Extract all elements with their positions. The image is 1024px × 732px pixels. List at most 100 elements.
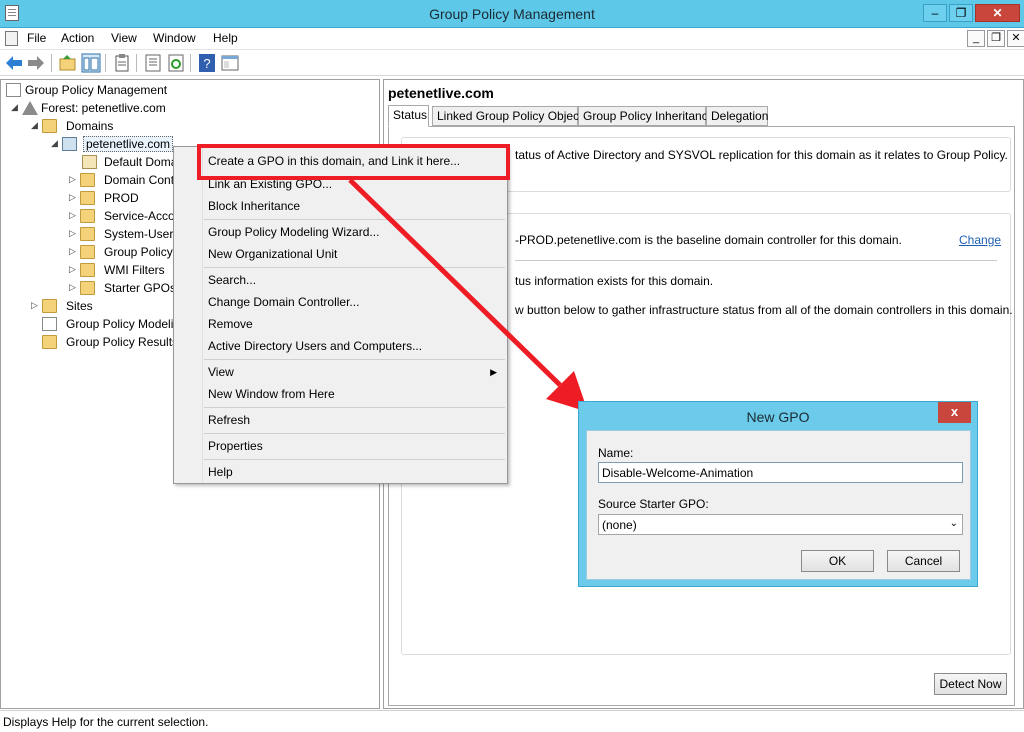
title-bar: Group Policy Management – ❐ ✕ xyxy=(0,0,1024,28)
menu-separator xyxy=(204,219,505,220)
modeling-icon xyxy=(42,317,57,331)
collapsed-arrow-icon[interactable]: ▷ xyxy=(69,192,78,203)
menu-refresh[interactable]: Refresh xyxy=(208,413,250,427)
ou-folder-icon xyxy=(80,191,95,205)
starter-gpo-value: (none) xyxy=(602,518,637,532)
tab-inheritance[interactable]: Group Policy Inheritance xyxy=(578,106,714,126)
minimize-button[interactable]: – xyxy=(923,4,947,22)
menu-separator xyxy=(204,433,505,434)
menu-ad-users-computers[interactable]: Active Directory Users and Computers... xyxy=(208,339,422,353)
menu-bar: File Action View Window Help _ ❐ ✕ xyxy=(0,28,1024,50)
refresh-icon[interactable] xyxy=(166,53,186,73)
cancel-button[interactable]: Cancel xyxy=(887,550,960,572)
properties-icon[interactable] xyxy=(143,53,163,73)
sites-folder-icon xyxy=(42,299,57,313)
menu-search[interactable]: Search... xyxy=(208,273,256,287)
menu-action[interactable]: Action xyxy=(61,31,94,45)
gpo-link-icon xyxy=(82,155,97,169)
expanded-arrow-icon[interactable]: ◢ xyxy=(31,120,40,131)
ou-folder-icon xyxy=(80,227,95,241)
menu-block-inheritance[interactable]: Block Inheritance xyxy=(208,199,300,213)
collapsed-arrow-icon[interactable]: ▷ xyxy=(69,228,78,239)
no-status-text: tus information exists for this domain. xyxy=(515,274,714,288)
dialog-close-button[interactable]: x xyxy=(938,402,971,423)
menu-properties[interactable]: Properties xyxy=(208,439,263,453)
menu-gutter xyxy=(202,147,203,483)
close-button[interactable]: ✕ xyxy=(975,4,1020,22)
tab-delegation[interactable]: Delegation xyxy=(706,106,768,126)
menu-remove[interactable]: Remove xyxy=(208,317,253,331)
tab-linked-gpos[interactable]: Linked Group Policy Objects xyxy=(432,106,588,126)
domain-icon xyxy=(62,137,77,151)
context-menu: Create a GPO in this domain, and Link it… xyxy=(173,146,508,484)
detect-hint-text: w button below to gather infrastructure … xyxy=(515,303,1013,317)
console-icon[interactable] xyxy=(220,53,240,73)
dialog-title: New GPO xyxy=(746,409,810,425)
ou-folder-icon xyxy=(80,209,95,223)
menu-view[interactable]: View xyxy=(111,31,137,45)
dialog-body: Name: Source Starter GPO: (none) ⌄ OK Ca… xyxy=(586,430,971,580)
chevron-down-icon: ⌄ xyxy=(949,518,958,529)
up-folder-icon[interactable] xyxy=(58,53,78,73)
menu-new-window[interactable]: New Window from Here xyxy=(208,387,335,401)
starter-gpo-label: Source Starter GPO: xyxy=(598,497,709,511)
collapsed-arrow-icon[interactable]: ▷ xyxy=(69,282,78,293)
collapsed-arrow-icon[interactable]: ▷ xyxy=(69,210,78,221)
starter-folder-icon xyxy=(80,281,95,295)
ok-button[interactable]: OK xyxy=(801,550,874,572)
menu-change-dc[interactable]: Change Domain Controller... xyxy=(208,295,359,309)
mdi-close-button[interactable]: ✕ xyxy=(1007,30,1024,47)
menu-help[interactable]: Help xyxy=(208,465,233,479)
status-bar: Displays Help for the current selection. xyxy=(0,710,1024,732)
status-description: tatus of Active Directory and SYSVOL rep… xyxy=(515,148,1008,162)
detect-now-button[interactable]: Detect Now xyxy=(934,673,1007,695)
window-title: Group Policy Management xyxy=(429,6,595,22)
domain-title: petenetlive.com xyxy=(388,85,494,101)
menu-modeling-wizard[interactable]: Group Policy Modeling Wizard... xyxy=(208,225,379,239)
status-text: Displays Help for the current selection. xyxy=(3,715,209,729)
gpo-name-input[interactable] xyxy=(598,462,963,483)
gpo-folder-icon xyxy=(80,245,95,259)
highlight-box xyxy=(197,144,510,180)
menu-separator xyxy=(204,407,505,408)
menu-separator xyxy=(204,267,505,268)
svg-text:?: ? xyxy=(203,56,210,71)
toolbar: ? xyxy=(0,50,1024,76)
menu-view[interactable]: View xyxy=(208,365,234,379)
collapsed-arrow-icon[interactable]: ▷ xyxy=(69,264,78,275)
change-link[interactable]: Change xyxy=(959,233,1001,247)
toolbar-separator xyxy=(136,54,137,72)
help-icon[interactable]: ? xyxy=(197,53,217,73)
starter-gpo-select[interactable]: (none) ⌄ xyxy=(598,514,963,535)
menu-help[interactable]: Help xyxy=(213,31,238,45)
ou-folder-icon xyxy=(80,173,95,187)
menu-new-ou[interactable]: New Organizational Unit xyxy=(208,247,337,261)
baseline-dc-text: -PROD.petenetlive.com is the baseline do… xyxy=(515,233,902,247)
submenu-arrow-icon: ▶ xyxy=(490,367,497,377)
collapsed-arrow-icon[interactable]: ▷ xyxy=(69,174,78,185)
expanded-arrow-icon[interactable]: ◢ xyxy=(11,102,20,113)
collapsed-arrow-icon[interactable]: ▷ xyxy=(31,300,40,311)
menu-file[interactable]: File xyxy=(27,31,46,45)
divider xyxy=(515,260,997,261)
expanded-arrow-icon[interactable]: ◢ xyxy=(51,138,60,149)
toolbar-separator xyxy=(190,54,191,72)
forward-arrow-icon[interactable] xyxy=(26,53,46,73)
restore-button[interactable]: ❐ xyxy=(949,4,973,22)
mdi-restore-button[interactable]: ❐ xyxy=(987,30,1005,47)
console-menu-icon[interactable] xyxy=(5,31,18,46)
gpm-root-icon xyxy=(6,83,21,97)
menu-separator xyxy=(204,459,505,460)
toolbar-separator xyxy=(51,54,52,72)
show-hide-tree-icon[interactable] xyxy=(81,53,101,73)
toolbar-separator xyxy=(105,54,106,72)
new-gpo-dialog: New GPO x Name: Source Starter GPO: (non… xyxy=(578,401,978,587)
collapsed-arrow-icon[interactable]: ▷ xyxy=(69,246,78,257)
domains-folder-icon xyxy=(42,119,57,133)
tab-status[interactable]: Status xyxy=(388,105,429,127)
clipboard-icon[interactable] xyxy=(112,53,132,73)
name-label: Name: xyxy=(598,446,634,460)
mdi-minimize-button[interactable]: _ xyxy=(967,30,985,47)
menu-window[interactable]: Window xyxy=(153,31,196,45)
back-arrow-icon[interactable] xyxy=(4,53,24,73)
